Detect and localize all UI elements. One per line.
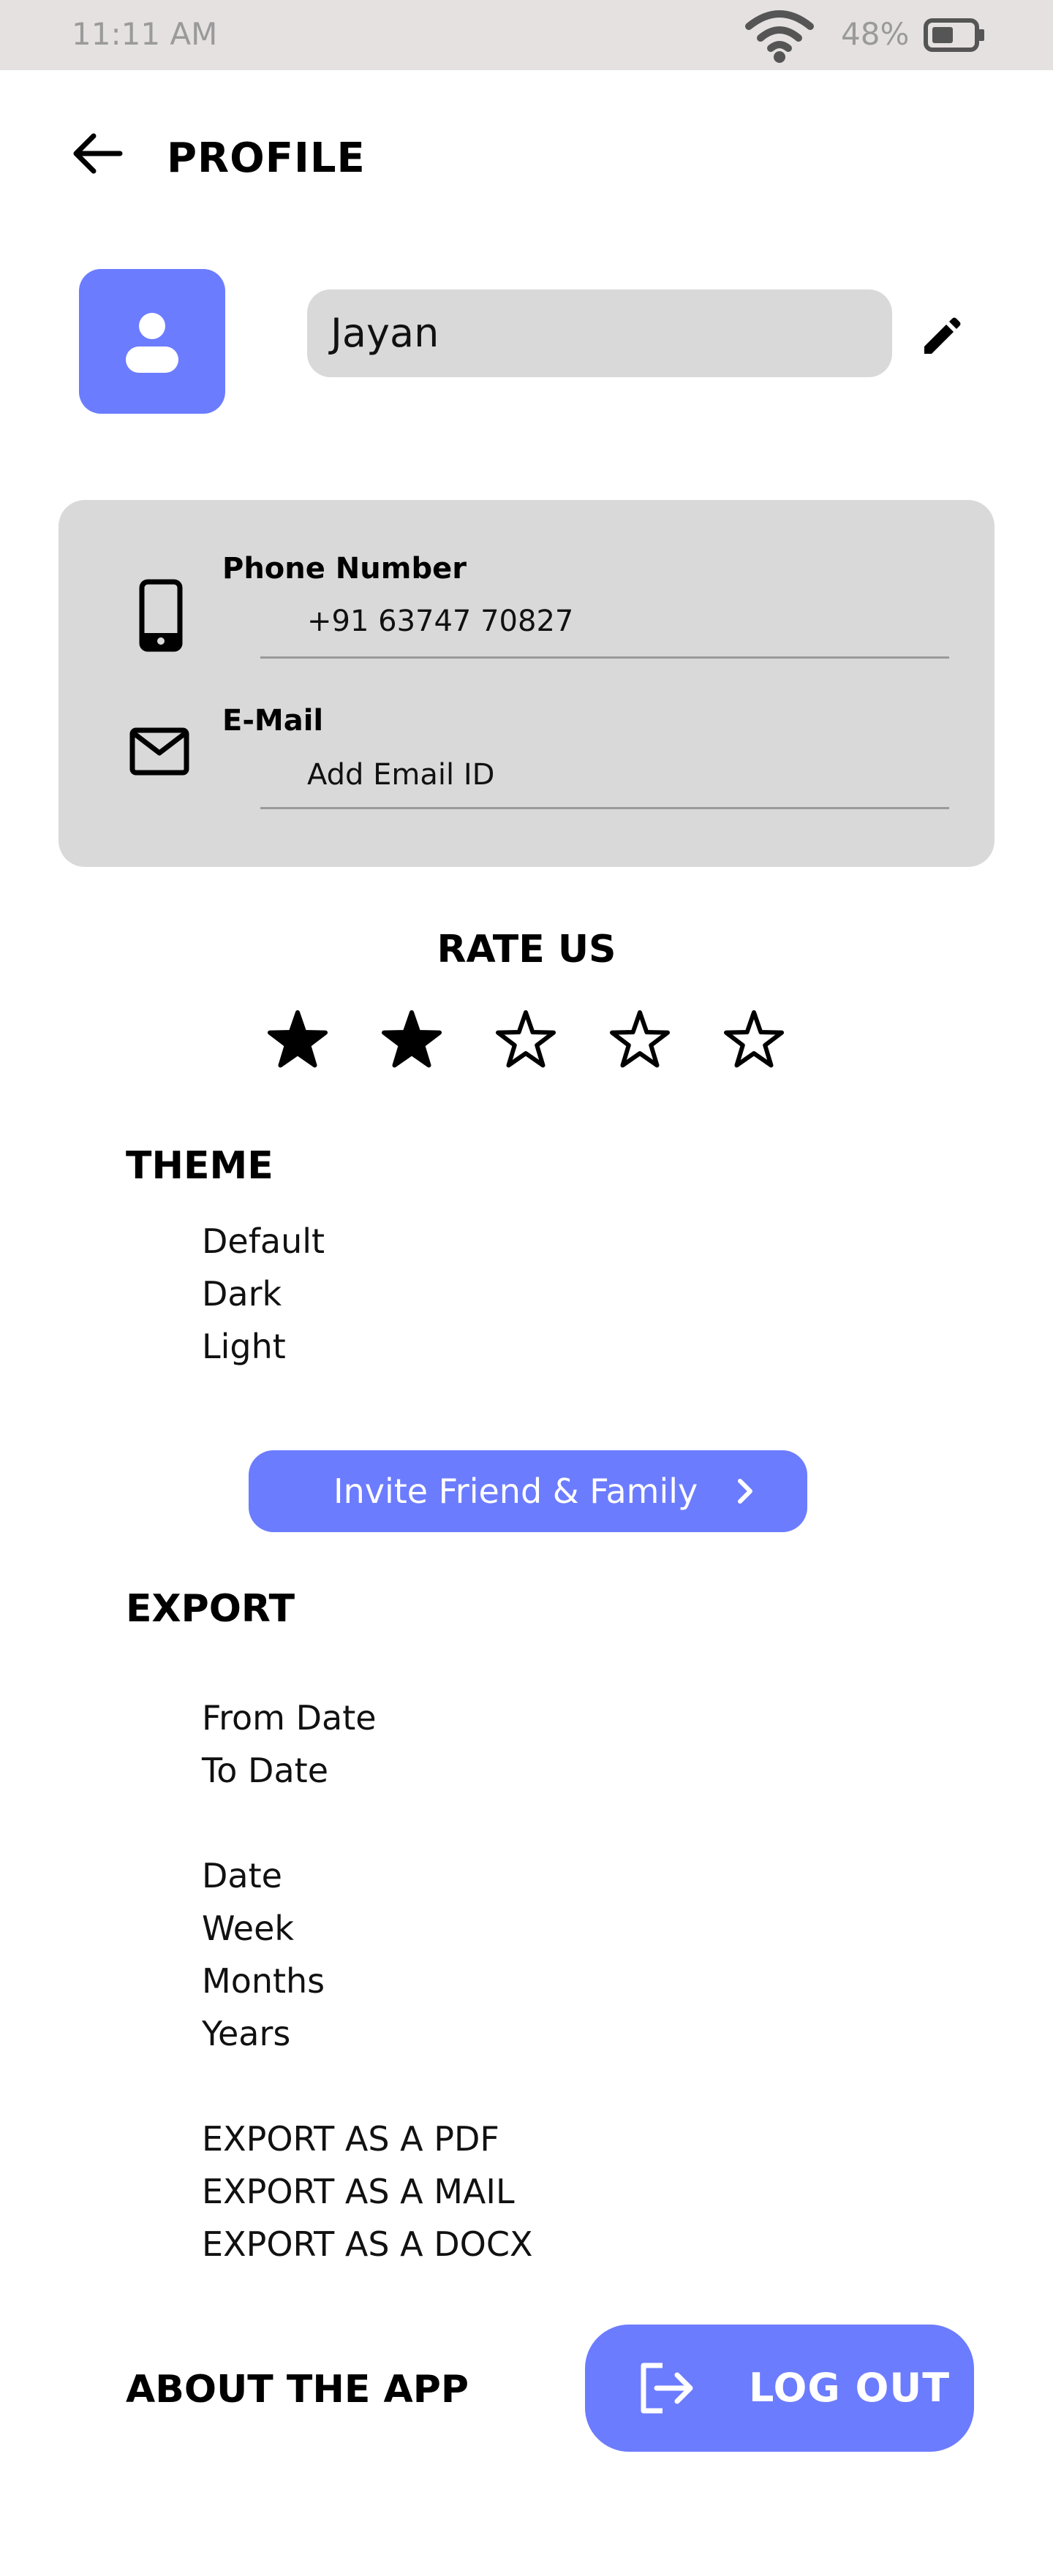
star-outline-icon[interactable] — [608, 1009, 671, 1072]
star-outline-icon[interactable] — [722, 1009, 785, 1072]
chevron-right-icon — [738, 1479, 752, 1504]
theme-title: THEME — [126, 1144, 273, 1188]
export-title: EXPORT — [126, 1587, 295, 1631]
status-time: 11:11 AM — [72, 16, 218, 52]
battery-percent: 48% — [841, 16, 910, 52]
from-date-option[interactable]: From Date — [202, 1697, 377, 1738]
period-option-date[interactable]: Date — [202, 1855, 282, 1896]
invite-label: Invite Friend & Family — [333, 1471, 698, 1511]
phone-underline — [260, 656, 949, 659]
theme-option-light[interactable]: Light — [202, 1326, 286, 1367]
edit-name-button[interactable] — [918, 316, 962, 360]
logout-icon — [641, 2363, 693, 2414]
battery-icon — [923, 18, 986, 53]
logout-button[interactable]: LOG OUT — [585, 2325, 974, 2452]
export-docx-option[interactable]: EXPORT AS A DOCX — [202, 2224, 533, 2265]
period-option-years[interactable]: Years — [202, 2013, 290, 2054]
about-app-link[interactable]: ABOUT THE APP — [126, 2367, 469, 2412]
phone-value[interactable]: +91 63747 70827 — [307, 604, 573, 639]
logout-label: LOG OUT — [749, 2365, 951, 2411]
avatar[interactable] — [79, 269, 225, 414]
rate-us-title: RATE US — [437, 928, 616, 971]
page-title: PROFILE — [167, 135, 366, 182]
phone-label: Phone Number — [222, 552, 467, 586]
star-filled-icon[interactable] — [380, 1009, 443, 1072]
back-arrow-icon — [73, 133, 123, 174]
status-bar: 11:11 AM 48% — [0, 0, 1053, 70]
rating-stars — [266, 1009, 790, 1075]
user-icon — [126, 313, 178, 373]
theme-option-dark[interactable]: Dark — [202, 1273, 282, 1314]
period-option-months[interactable]: Months — [202, 1961, 325, 2001]
theme-option-default[interactable]: Default — [202, 1221, 325, 1262]
to-date-option[interactable]: To Date — [202, 1750, 328, 1791]
email-label: E-Mail — [222, 704, 324, 738]
period-option-week[interactable]: Week — [202, 1908, 294, 1949]
phone-icon — [137, 579, 184, 652]
wifi-icon — [744, 7, 815, 64]
pencil-icon — [924, 317, 961, 354]
email-underline — [260, 807, 949, 809]
contact-card: Phone Number +91 63747 70827 E-Mail Add … — [58, 500, 994, 867]
star-outline-icon[interactable] — [494, 1009, 557, 1072]
email-field[interactable]: Add Email ID — [307, 757, 494, 792]
name-field[interactable]: Jayan — [307, 289, 892, 377]
mail-icon — [129, 727, 190, 776]
back-button[interactable] — [67, 124, 126, 183]
export-pdf-option[interactable]: EXPORT AS A PDF — [202, 2118, 499, 2159]
star-filled-icon[interactable] — [266, 1009, 329, 1072]
export-mail-option[interactable]: EXPORT AS A MAIL — [202, 2171, 515, 2212]
invite-button[interactable]: Invite Friend & Family — [249, 1450, 807, 1532]
